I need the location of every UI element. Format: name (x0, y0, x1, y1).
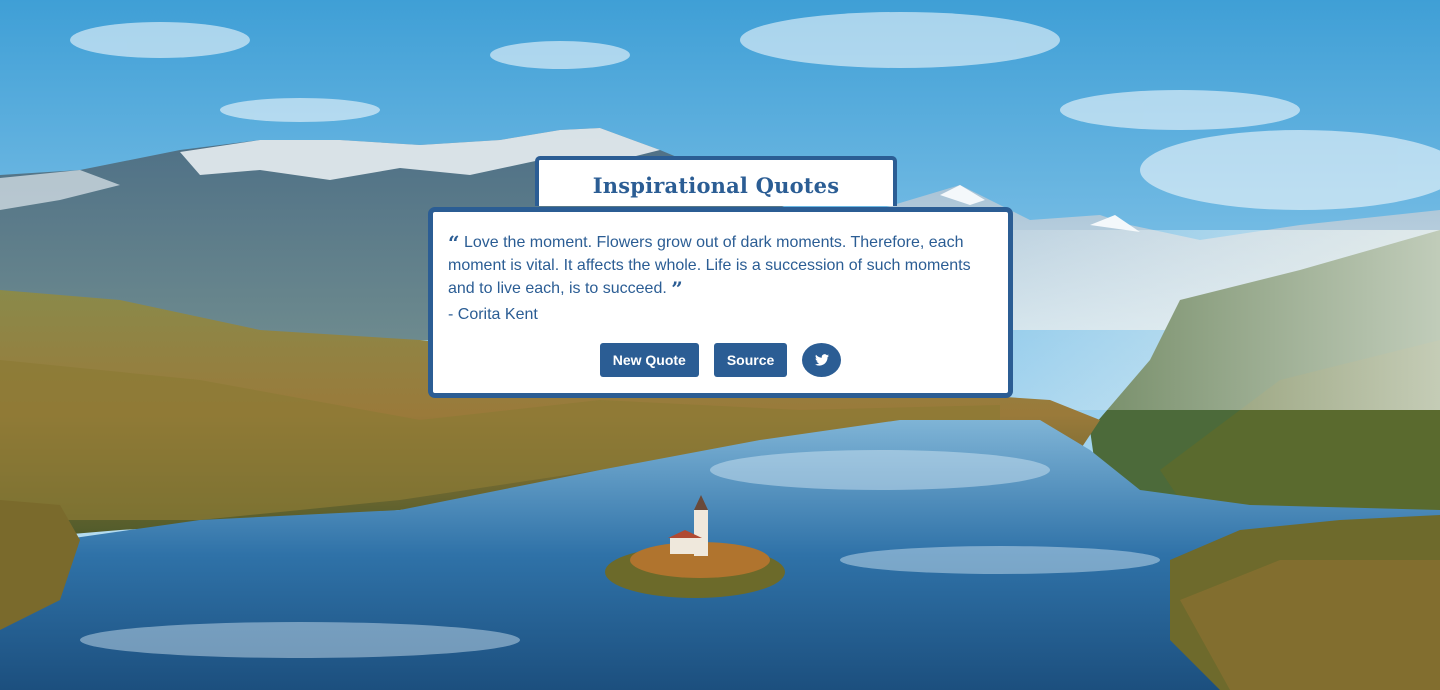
twitter-bird-icon (814, 354, 829, 366)
new-quote-button[interactable]: New Quote (599, 343, 699, 377)
page-title: Inspirational Quotes (592, 173, 840, 198)
tweet-button[interactable] (802, 343, 842, 377)
quote-close-icon: ” (671, 277, 683, 301)
quote-open-icon: “ (448, 231, 460, 255)
quote-card: “ Love the moment. Flowers grow out of d… (428, 207, 1013, 398)
source-button[interactable]: Source (713, 343, 788, 377)
action-bar: New Quote Source (433, 340, 1008, 380)
quote-text: Love the moment. Flowers grow out of dar… (448, 234, 971, 297)
header-card: Inspirational Quotes (535, 156, 897, 206)
quote-text-block: “ Love the moment. Flowers grow out of d… (448, 231, 993, 300)
quote-author: - Corita Kent (448, 306, 538, 323)
